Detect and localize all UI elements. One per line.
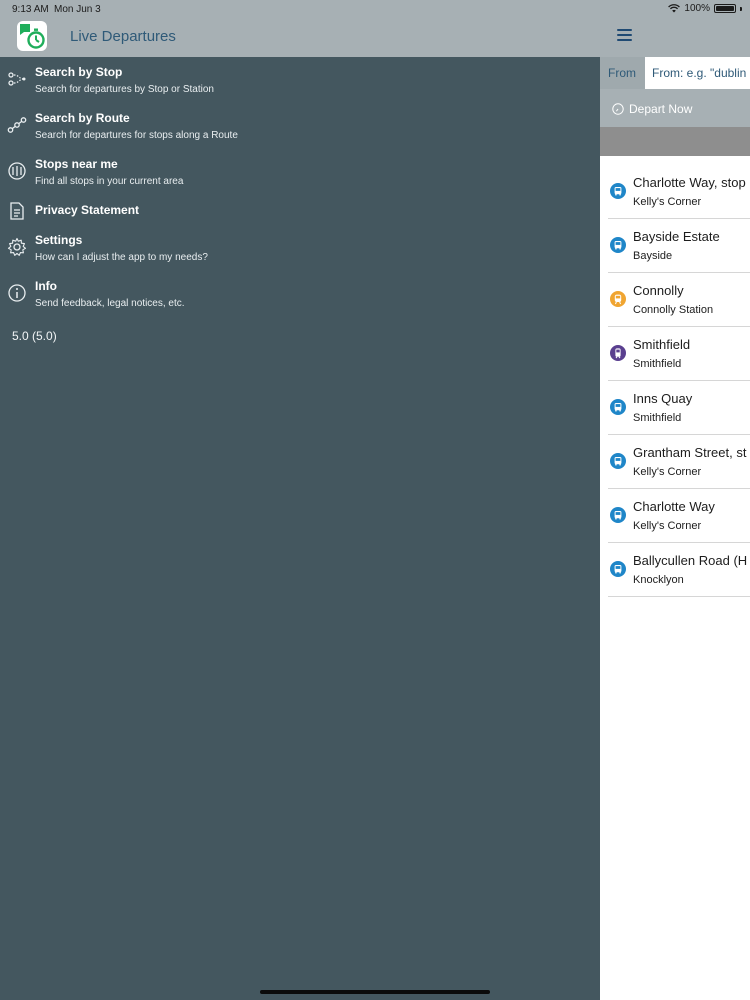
menu-info[interactable]: Info Send feedback, legal notices, etc. xyxy=(0,277,600,321)
menu-stops-near-me[interactable]: Stops near me Find all stops in your cur… xyxy=(0,155,600,199)
list-item[interactable]: Bayside Estate Bayside xyxy=(608,219,750,273)
stop-area: Smithfield xyxy=(633,358,682,370)
nearby-stops-icon xyxy=(8,162,26,180)
menu-privacy-statement[interactable]: Privacy Statement xyxy=(0,201,600,231)
status-date: Mon Jun 3 xyxy=(54,4,101,15)
stop-area: Kelly's Corner xyxy=(633,520,702,532)
bus-icon xyxy=(610,453,626,469)
home-indicator xyxy=(260,990,490,994)
depart-now-button[interactable]: Depart Now xyxy=(600,89,750,127)
menu-item-title: Settings xyxy=(35,233,83,247)
list-item[interactable]: Smithfield Smithfield xyxy=(608,327,750,381)
stop-area: Connolly Station xyxy=(633,304,714,316)
stop-name: Inns Quay xyxy=(633,391,693,406)
battery-icon xyxy=(714,4,736,13)
bus-icon xyxy=(610,237,626,253)
stop-area: Kelly's Corner xyxy=(633,466,702,478)
list-item[interactable]: Ballycullen Road (H Knocklyon xyxy=(608,543,750,597)
list-item[interactable]: Charlotte Way Kelly's Corner xyxy=(608,489,750,543)
stop-area: Knocklyon xyxy=(633,574,684,586)
list-item[interactable]: Grantham Street, st Kelly's Corner xyxy=(608,435,750,489)
stop-name: Ballycullen Road (H xyxy=(633,553,748,568)
bus-icon xyxy=(610,399,626,415)
menu-item-title: Search by Route xyxy=(35,111,130,125)
document-icon xyxy=(10,202,24,220)
status-bar: 9:13 AM Mon Jun 3 100% xyxy=(0,0,750,18)
stop-name: Smithfield xyxy=(633,337,691,352)
status-right: 100% xyxy=(668,3,742,14)
battery-percent: 100% xyxy=(684,3,710,14)
stop-name: Bayside Estate xyxy=(633,229,720,244)
bus-icon xyxy=(610,561,626,577)
stop-area: Bayside xyxy=(633,250,673,262)
route-points-icon xyxy=(8,72,26,86)
route-chain-icon xyxy=(7,117,27,133)
wifi-icon xyxy=(668,4,681,13)
stop-name: Charlotte Way, stop xyxy=(633,175,746,190)
menu-search-by-route[interactable]: Search by Route Search for departures fo… xyxy=(0,109,600,153)
list-item[interactable]: Charlotte Way, stop Kelly's Corner xyxy=(608,165,750,219)
from-row: From xyxy=(600,57,750,89)
menu-item-title: Privacy Statement xyxy=(35,203,140,217)
side-drawer: Search by Stop Search for departures by … xyxy=(0,57,600,1000)
menu-item-subtitle: Search for departures by Stop or Station xyxy=(35,84,214,95)
menu-item-title: Info xyxy=(35,279,57,293)
section-band xyxy=(600,127,750,156)
status-time: 9:13 AM xyxy=(12,4,49,15)
panel-header xyxy=(600,18,750,57)
app-header: Live Departures xyxy=(0,18,600,57)
stop-name: Grantham Street, st xyxy=(633,445,747,460)
app-logo-icon xyxy=(17,21,47,51)
stop-area: Smithfield xyxy=(633,412,682,424)
departures-panel: From Depart Now Charlotte Way, stop Kell… xyxy=(600,18,750,1000)
stop-area: Kelly's Corner xyxy=(633,196,702,208)
menu-settings[interactable]: Settings How can I adjust the app to my … xyxy=(0,231,600,275)
app-version: 5.0 (5.0) xyxy=(12,329,57,343)
list-item[interactable]: Connolly Connolly Station xyxy=(608,273,750,327)
battery-tip xyxy=(740,6,742,11)
menu-item-subtitle: Send feedback, legal notices, etc. xyxy=(35,298,185,309)
hamburger-menu-icon[interactable] xyxy=(617,29,632,41)
menu-item-subtitle: Search for departures for stops along a … xyxy=(35,130,238,141)
menu-item-title: Stops near me xyxy=(35,157,118,171)
app-title: Live Departures xyxy=(70,28,176,45)
menu-search-by-stop[interactable]: Search by Stop Search for departures by … xyxy=(0,63,600,107)
menu-item-title: Search by Stop xyxy=(35,65,123,79)
train-icon xyxy=(610,291,626,307)
bus-icon xyxy=(610,183,626,199)
tram-icon xyxy=(610,345,626,361)
gear-icon xyxy=(7,237,27,256)
recent-stops-list: Charlotte Way, stop Kelly's Corner Baysi… xyxy=(600,165,750,597)
from-search-input[interactable] xyxy=(645,57,750,89)
menu-item-subtitle: How can I adjust the app to my needs? xyxy=(35,252,208,263)
stop-name: Charlotte Way xyxy=(633,499,715,514)
stop-name: Connolly xyxy=(633,283,684,298)
menu-item-subtitle: Find all stops in your current area xyxy=(35,176,184,187)
list-item[interactable]: Inns Quay Smithfield xyxy=(608,381,750,435)
bus-icon xyxy=(610,507,626,523)
info-icon xyxy=(8,284,26,302)
from-label: From xyxy=(608,66,636,80)
clock-icon xyxy=(612,103,624,115)
depart-now-label: Depart Now xyxy=(629,102,693,116)
